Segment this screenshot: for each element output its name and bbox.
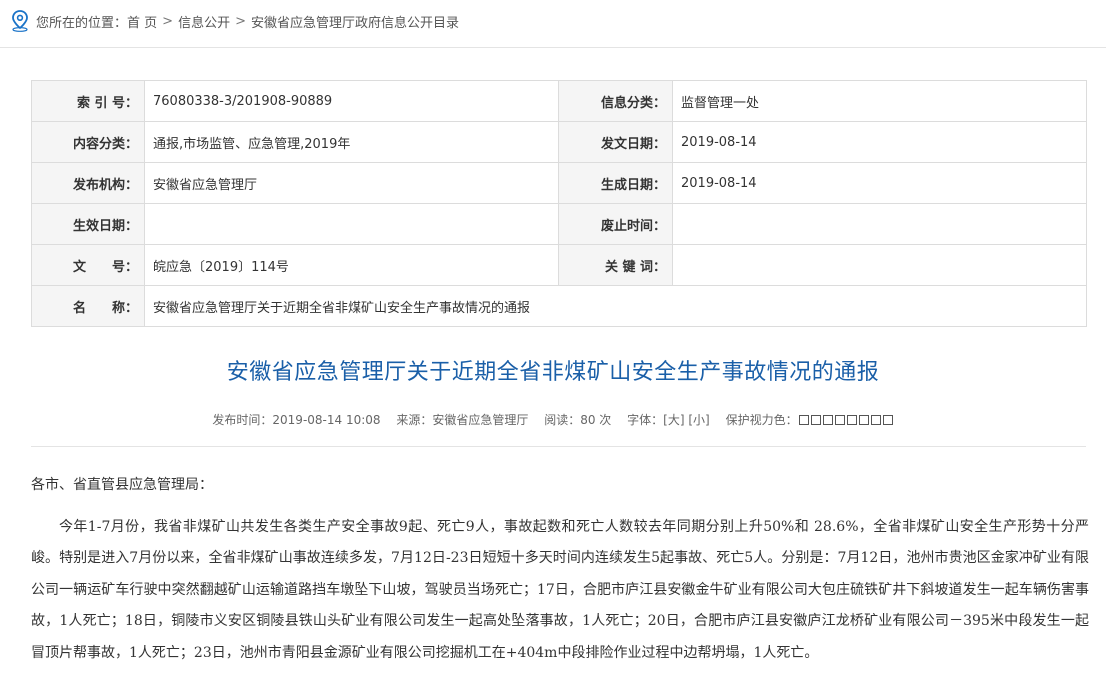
color-swatch[interactable] xyxy=(810,415,821,425)
content-category-label: 内容分类： xyxy=(31,121,145,163)
document-number-label: 文 号： xyxy=(31,244,145,286)
font-large-button[interactable]: [大] xyxy=(663,413,684,427)
info-category-label: 信息分类： xyxy=(558,80,673,122)
content-category-value: 通报,市场监管、应急管理,2019年 xyxy=(144,121,559,163)
index-number-label: 索 引 号： xyxy=(31,80,145,122)
article-divider xyxy=(31,446,1086,447)
publishing-org-label: 发布机构： xyxy=(31,162,145,204)
effective-date-label: 生效日期： xyxy=(31,203,145,245)
color-swatch[interactable] xyxy=(834,415,845,425)
eye-protection-colors: 保护视力色： xyxy=(726,413,894,427)
article-title: 安徽省应急管理厅关于近期全省非煤矿山安全生产事故情况的通报 xyxy=(226,360,880,385)
abolish-date-value xyxy=(672,203,1087,245)
article-info-bar: 发布时间：2019-08-14 10:08 来源：安徽省应急管理厅 阅读：80 … xyxy=(0,411,1106,428)
breadcrumb-separator: > xyxy=(162,13,174,29)
metadata-row: 生效日期： 废止时间： xyxy=(31,203,1087,245)
keywords-value xyxy=(672,244,1087,286)
publish-time: 发布时间：2019-08-14 10:08 xyxy=(212,413,381,427)
metadata-row: 发布机构： 安徽省应急管理厅 生成日期： 2019-08-14 xyxy=(31,162,1087,204)
article-source: 来源：安徽省应急管理厅 xyxy=(396,413,529,427)
document-name-value: 安徽省应急管理厅关于近期全省非煤矿山安全生产事故情况的通报 xyxy=(144,285,1087,327)
view-count: 阅读：80 次 xyxy=(544,413,612,427)
document-metadata-table: 索 引 号： 76080338-3/201908-90889 信息分类： 监督管… xyxy=(31,80,1087,327)
document-number-value: 皖应急〔2019〕114号 xyxy=(144,244,559,286)
color-swatch[interactable] xyxy=(858,415,869,425)
breadcrumb-home-link[interactable]: 首 页 xyxy=(127,12,157,31)
generated-date-label: 生成日期： xyxy=(558,162,673,204)
metadata-row: 文 号： 皖应急〔2019〕114号 关 键 词： xyxy=(31,244,1087,286)
document-name-label: 名 称： xyxy=(31,285,145,327)
info-category-value: 监督管理一处 xyxy=(672,80,1087,122)
breadcrumb-prefix: 您所在的位置： xyxy=(36,15,128,31)
color-swatch[interactable] xyxy=(882,415,893,425)
body-paragraph: 今年1-7月份，我省非煤矿山共发生各类生产安全事故9起、死亡9人，事故起数和死亡… xyxy=(31,518,1089,661)
salutation: 各市、省直管县应急管理局： xyxy=(31,477,213,493)
metadata-row: 名 称： 安徽省应急管理厅关于近期全省非煤矿山安全生产事故情况的通报 xyxy=(31,285,1087,327)
color-swatch[interactable] xyxy=(822,415,833,425)
breadcrumb-separator: > xyxy=(235,13,246,29)
article-body: 各市、省直管县应急管理局： 今年1-7月份，我省非煤矿山共发生各类生产安全事故9… xyxy=(31,470,1089,669)
breadcrumb-catalog-link[interactable]: 安徽省应急管理厅政府信息公开目录 xyxy=(251,12,459,31)
font-size-control: 字体：[大] [小] xyxy=(627,413,710,427)
color-swatch[interactable] xyxy=(798,415,809,425)
breadcrumb-info-public-link[interactable]: 信息公开 xyxy=(178,12,230,31)
font-size-label: 字体： xyxy=(627,413,664,427)
breadcrumb: 您所在的位置： 首 页 > 信息公开 > 安徽省应急管理厅政府信息公开目录 xyxy=(10,8,459,34)
generated-date-value: 2019-08-14 xyxy=(672,162,1087,204)
index-number-value: 76080338-3/201908-90889 xyxy=(144,80,559,122)
abolish-date-label: 废止时间： xyxy=(558,203,673,245)
location-pin-icon xyxy=(12,10,28,32)
issue-date-value: 2019-08-14 xyxy=(672,121,1087,163)
issue-date-label: 发文日期： xyxy=(558,121,673,163)
metadata-row: 内容分类： 通报,市场监管、应急管理,2019年 发文日期： 2019-08-1… xyxy=(31,121,1087,163)
color-swatch[interactable] xyxy=(846,415,857,425)
color-swatch[interactable] xyxy=(870,415,881,425)
font-small-button[interactable]: [小] xyxy=(688,413,709,427)
effective-date-value xyxy=(144,203,559,245)
header-divider xyxy=(0,47,1106,48)
keywords-label: 关 键 词： xyxy=(558,244,673,286)
metadata-row: 索 引 号： 76080338-3/201908-90889 信息分类： 监督管… xyxy=(31,80,1087,122)
publishing-org-value: 安徽省应急管理厅 xyxy=(144,162,559,204)
eye-protection-label: 保护视力色： xyxy=(725,413,798,427)
